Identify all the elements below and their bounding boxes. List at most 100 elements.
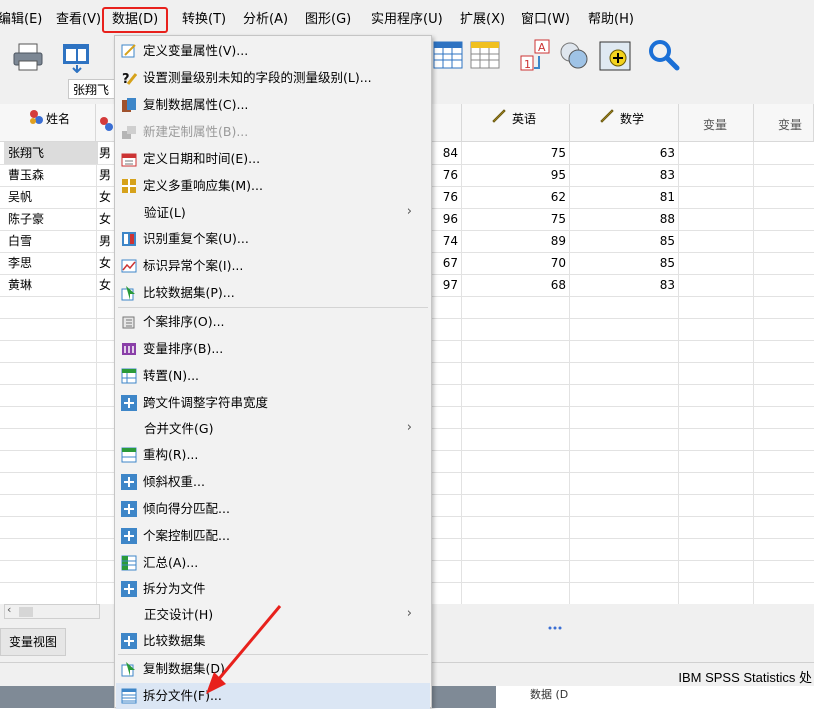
menu-item-define-date-time[interactable]: 定义日期和时间(E)...: [116, 146, 430, 172]
menu-data[interactable]: 数据(D): [102, 7, 169, 33]
table-cell[interactable]: 李思: [8, 252, 32, 274]
table-cell[interactable]: 白雪: [8, 230, 32, 252]
column-header-score[interactable]: [432, 104, 462, 142]
menu-item-copy-data-properties[interactable]: 复制数据属性(C)...: [116, 92, 430, 118]
nominal-icon: [30, 110, 43, 124]
select-cases-icon[interactable]: [598, 40, 634, 74]
scroll-left-icon[interactable]: ‹: [7, 603, 11, 616]
menu-item-split-into-files[interactable]: 拆分为文件: [116, 576, 430, 602]
tab-variable-view[interactable]: 变量视图: [0, 628, 66, 656]
table-cell[interactable]: 74: [432, 230, 458, 252]
plus-icon: [121, 581, 137, 597]
table-cell[interactable]: 88: [570, 208, 675, 230]
table-cell[interactable]: 83: [570, 274, 675, 296]
menu-utilities[interactable]: 实用程序(U): [371, 10, 443, 30]
menu-item-aggregate[interactable]: 汇总(A)...: [116, 550, 430, 576]
menu-item-adjust-string-widths[interactable]: 跨文件调整字符串宽度: [116, 390, 430, 416]
plus-icon: [121, 633, 137, 649]
insert-variable-icon[interactable]: [469, 40, 501, 72]
table-cell[interactable]: 96: [432, 208, 458, 230]
value-labels-icon[interactable]: A 1: [519, 38, 553, 74]
multiple-response-icon: [122, 179, 136, 193]
menu-item-restructure[interactable]: 重构(R)...: [116, 442, 430, 468]
table-cell[interactable]: 黄琳: [8, 274, 32, 296]
table-cell[interactable]: 75: [462, 208, 566, 230]
table-cell[interactable]: 95: [462, 164, 566, 186]
splitter-handle-icon[interactable]: [548, 619, 562, 630]
table-cell[interactable]: 89: [462, 230, 566, 252]
table-cell[interactable]: 男: [99, 142, 111, 164]
table-cell[interactable]: 女: [99, 252, 111, 274]
table-cell[interactable]: 76: [432, 164, 458, 186]
column-header-math[interactable]: 数学: [570, 104, 679, 142]
table-cell[interactable]: 75: [462, 142, 566, 164]
menu-help[interactable]: 帮助(H): [588, 10, 634, 30]
column-header-var1[interactable]: 变量: [679, 104, 754, 142]
table-cell[interactable]: 张翔飞: [4, 142, 98, 164]
table-cell[interactable]: 81: [570, 186, 675, 208]
menu-item-propensity-score-matching[interactable]: 倾向得分匹配...: [116, 496, 430, 522]
table-cell[interactable]: 女: [99, 208, 111, 230]
table-cell[interactable]: 84: [432, 142, 458, 164]
table-cell[interactable]: 女: [99, 274, 111, 296]
table-cell[interactable]: 97: [432, 274, 458, 296]
table-cell[interactable]: 70: [462, 252, 566, 274]
table-cell[interactable]: 男: [99, 164, 111, 186]
column-header-gender[interactable]: [96, 104, 116, 142]
print-icon[interactable]: [12, 42, 44, 72]
copy-properties-icon: [122, 98, 136, 112]
menu-extensions[interactable]: 扩展(X): [460, 10, 505, 30]
menu-item-label: 标识异常个案(I)...: [143, 258, 244, 273]
table-cell[interactable]: 85: [570, 252, 675, 274]
table-cell[interactable]: 62: [462, 186, 566, 208]
menu-item-sort-cases[interactable]: 个案排序(O)...: [116, 309, 430, 335]
menu-item-rake-weights[interactable]: 倾斜权重...: [116, 469, 430, 495]
menu-item-define-variable-properties[interactable]: 定义变量属性(V)...: [116, 38, 430, 64]
menu-item-label: 个案控制匹配...: [143, 528, 230, 543]
menu-edit[interactable]: 编辑(E): [0, 10, 42, 30]
find-icon[interactable]: [646, 38, 682, 72]
menu-item-validation[interactable]: 验证(L) ›: [116, 200, 430, 226]
table-cell[interactable]: 曹玉森: [8, 164, 44, 186]
table-cell[interactable]: 女: [99, 186, 111, 208]
table-cell[interactable]: 67: [432, 252, 458, 274]
scale-icon: [492, 109, 506, 123]
menu-item-merge-files[interactable]: 合并文件(G) ›: [116, 416, 430, 442]
table-cell[interactable]: 83: [570, 164, 675, 186]
duplicate-cases-icon: [122, 232, 136, 246]
menu-item-case-control-matching[interactable]: 个案控制匹配...: [116, 523, 430, 549]
menu-item-label: 定义日期和时间(E)...: [143, 151, 261, 166]
insert-cases-icon[interactable]: [432, 40, 464, 72]
column-header-var2[interactable]: 变量: [754, 104, 814, 142]
column-header-english[interactable]: 英语: [462, 104, 570, 142]
column-label: 变量: [703, 118, 728, 132]
split-file-icon: [121, 688, 137, 704]
menu-item-define-multiple-response[interactable]: 定义多重响应集(M)...: [116, 173, 430, 199]
menu-analyze[interactable]: 分析(A): [243, 10, 288, 30]
table-cell[interactable]: 76: [432, 186, 458, 208]
menu-window[interactable]: 窗口(W): [521, 10, 570, 30]
scroll-thumb[interactable]: [19, 607, 33, 617]
table-cell[interactable]: 85: [570, 230, 675, 252]
horizontal-scrollbar[interactable]: ‹: [4, 603, 100, 619]
column-header-name[interactable]: 姓名: [0, 104, 96, 142]
menu-graphs[interactable]: 图形(G): [305, 10, 351, 30]
menu-item-label: 验证(L): [144, 205, 186, 220]
table-cell[interactable]: 63: [570, 142, 675, 164]
plus-icon: [121, 501, 137, 517]
menu-item-sort-variables[interactable]: 变量排序(B)...: [116, 336, 430, 362]
menu-view[interactable]: 查看(V): [56, 10, 101, 30]
menu-item-identify-duplicate-cases[interactable]: 识别重复个案(U)...: [116, 226, 430, 252]
table-cell[interactable]: 68: [462, 274, 566, 296]
table-cell[interactable]: 吴帆: [8, 186, 32, 208]
column-label: 数学: [620, 112, 645, 126]
use-sets-icon[interactable]: [557, 40, 593, 72]
menu-item-compare-datasets[interactable]: 比较数据集(P)...: [116, 280, 430, 306]
table-cell[interactable]: 男: [99, 230, 111, 252]
menu-item-set-measurement-level[interactable]: ? 设置测量级别未知的字段的测量级别(L)...: [116, 65, 430, 91]
table-cell[interactable]: 陈子豪: [8, 208, 44, 230]
menu-transform[interactable]: 转换(T): [182, 10, 226, 30]
recall-dialog-icon[interactable]: [60, 41, 94, 73]
menu-item-transpose[interactable]: 转置(N)...: [116, 363, 430, 389]
menu-item-identify-unusual-cases[interactable]: 标识异常个案(I)...: [116, 253, 430, 279]
